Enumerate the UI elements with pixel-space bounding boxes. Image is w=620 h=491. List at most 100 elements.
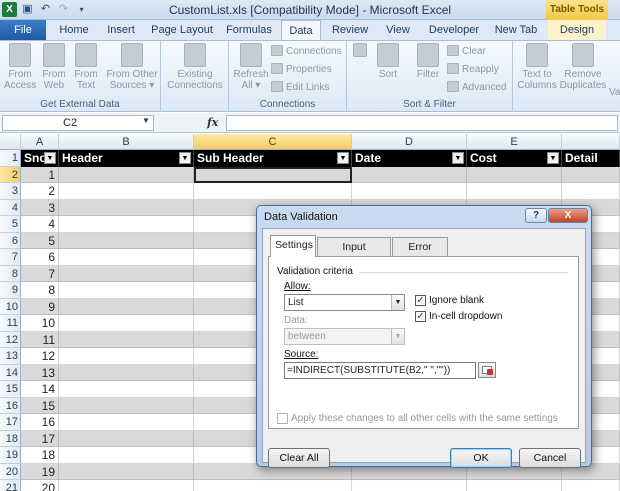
sno-cell[interactable]: 20 [21,480,59,491]
sno-cell[interactable]: 14 [21,381,59,398]
existing-connections-button[interactable]: Existing Connections [167,43,223,91]
tab-design[interactable]: Design [548,20,606,40]
column-header-a[interactable]: A [21,134,59,150]
table-cell[interactable] [59,282,194,299]
reapply-button[interactable]: Reapply [447,62,499,77]
row-header[interactable]: 17 [0,414,21,431]
table-cell[interactable] [194,183,352,200]
sort-button[interactable]: Sort [375,43,401,80]
row-header[interactable]: 18 [0,430,21,447]
sno-cell[interactable]: 8 [21,282,59,299]
column-header-f[interactable] [562,134,620,150]
sno-cell[interactable]: 13 [21,364,59,381]
sno-cell[interactable]: 15 [21,397,59,414]
collapse-dialog-button[interactable] [478,362,496,378]
sno-cell[interactable]: 6 [21,249,59,266]
from-access-button[interactable]: From Access [4,43,36,91]
table-cell[interactable] [59,447,194,464]
properties-button[interactable]: Properties [271,62,332,77]
tab-error-alert[interactable]: Error Alert [392,237,448,271]
row-header[interactable]: 20 [0,463,21,480]
data-validation-button-partial[interactable]: Va [609,87,620,98]
table-cell[interactable] [59,397,194,414]
table-cell[interactable] [59,315,194,332]
sno-cell[interactable]: 19 [21,463,59,480]
name-box[interactable]: C2 [2,115,154,131]
tab-developer[interactable]: Developer [424,20,484,40]
table-cell[interactable] [194,166,352,183]
sno-cell[interactable]: 4 [21,216,59,233]
column-header-c[interactable]: C [194,134,352,150]
row-header[interactable]: 12 [0,331,21,348]
column-header-e[interactable]: E [467,134,562,150]
row-header[interactable]: 4 [0,199,21,216]
filter-dropdown-icon[interactable]: ▼ [337,152,349,164]
row-header[interactable]: 13 [0,348,21,365]
row-header[interactable]: 3 [0,183,21,200]
table-cell[interactable] [59,430,194,447]
table-cell[interactable] [59,199,194,216]
in-cell-dropdown-checkbox[interactable]: ✓ [415,311,426,322]
table-cell[interactable] [59,166,194,183]
tab-data[interactable]: Data [281,20,321,40]
allow-select[interactable]: List ▼ [284,294,405,311]
table-cell[interactable] [467,480,562,491]
clear-filter-button[interactable]: Clear [447,44,486,59]
row-header[interactable]: 5 [0,216,21,233]
row-header[interactable]: 7 [0,249,21,266]
table-cell[interactable] [59,463,194,480]
tab-file[interactable]: File [0,20,46,40]
sort-az-button[interactable] [351,43,369,59]
filter-dropdown-icon[interactable]: ▼ [452,152,464,164]
help-button[interactable]: ? [525,208,547,223]
formula-input[interactable] [226,115,618,131]
table-cell[interactable] [59,480,194,491]
sno-cell[interactable]: 9 [21,298,59,315]
table-header-cell[interactable]: Sub Header ▼ [194,150,352,167]
select-all-corner[interactable] [0,134,21,150]
sno-cell[interactable]: 16 [21,414,59,431]
tab-input-message[interactable]: Input Message [317,237,391,271]
table-cell[interactable] [562,166,620,183]
table-cell[interactable] [59,348,194,365]
remove-duplicates-button[interactable]: Remove Duplicates [559,43,607,91]
table-cell[interactable] [59,414,194,431]
sno-cell[interactable]: 11 [21,331,59,348]
tab-home[interactable]: Home [54,20,94,40]
tab-settings[interactable]: Settings [270,235,316,257]
table-cell[interactable] [562,183,620,200]
table-cell[interactable] [352,166,467,183]
table-cell[interactable] [59,249,194,266]
tab-page-layout[interactable]: Page Layout [148,20,216,40]
edit-links-button[interactable]: Edit Links [271,80,329,95]
table-cell[interactable] [562,480,620,491]
sno-cell[interactable]: 17 [21,430,59,447]
table-cell[interactable] [59,183,194,200]
sno-cell[interactable]: 2 [21,183,59,200]
table-header-cell[interactable]: Date ▼ [352,150,467,167]
row-header[interactable]: 2 [0,166,21,183]
table-cell[interactable] [352,183,467,200]
table-header-cell[interactable]: Sno ▼ [21,150,59,167]
table-cell[interactable] [59,232,194,249]
close-button[interactable]: X [548,208,588,223]
table-cell[interactable] [59,381,194,398]
column-header-d[interactable]: D [352,134,467,150]
table-header-cell[interactable]: Detail [562,150,620,167]
text-to-columns-button[interactable]: Text to Columns [517,43,557,91]
table-cell[interactable] [59,331,194,348]
from-text-button[interactable]: From Text [72,43,100,91]
table-cell[interactable] [467,183,562,200]
row-header[interactable]: 6 [0,232,21,249]
row-header[interactable]: 9 [0,282,21,299]
refresh-all-button[interactable]: Refresh All ▾ [233,43,269,91]
sno-cell[interactable]: 7 [21,265,59,282]
insert-function-button[interactable]: fx [207,116,218,129]
tab-formulas[interactable]: Formulas [222,20,276,40]
sno-cell[interactable]: 10 [21,315,59,332]
cancel-button[interactable]: Cancel [519,448,581,468]
sno-cell[interactable]: 1 [21,166,59,183]
from-other-sources-button[interactable]: From Other Sources ▾ [104,43,160,91]
table-cell[interactable] [352,480,467,491]
tab-view[interactable]: View [379,20,417,40]
